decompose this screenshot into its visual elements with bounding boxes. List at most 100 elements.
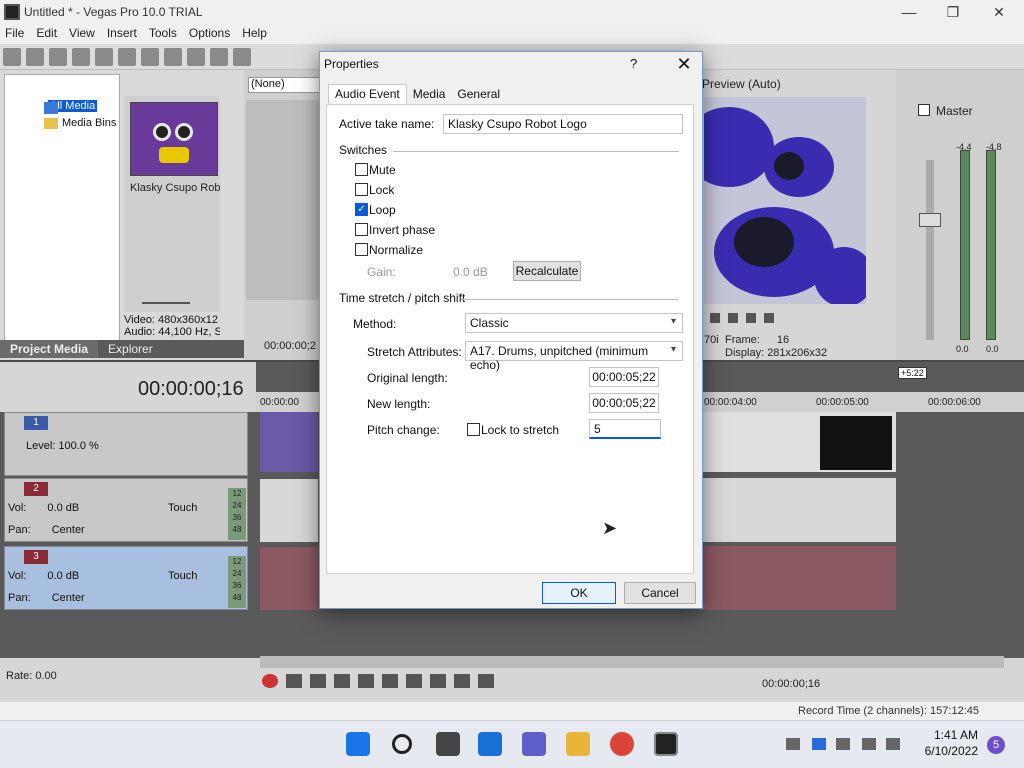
media-thumbnail[interactable] [130, 102, 218, 176]
chrome-icon[interactable] [610, 732, 634, 756]
menu-tools[interactable]: Tools [144, 24, 182, 42]
network-icon[interactable] [862, 738, 876, 750]
thumbnail-scrollbar[interactable] [142, 302, 190, 304]
play-from-start-icon[interactable] [310, 674, 326, 688]
audio-event-3[interactable] [702, 546, 896, 610]
tab-project-media[interactable]: Project Media [0, 340, 99, 358]
maximize-button[interactable]: ❐ [930, 0, 976, 24]
pause-icon[interactable] [358, 674, 374, 688]
file-explorer-icon[interactable] [566, 732, 590, 756]
preview-frame-info: Frame: 16 Display: 281x206x32 [725, 334, 828, 359]
cancel-button[interactable]: Cancel [624, 582, 696, 604]
invert-phase-checkbox[interactable] [355, 223, 368, 236]
prev-frame-icon[interactable] [746, 313, 756, 323]
volume-icon[interactable] [886, 738, 900, 750]
normalize-checkbox[interactable] [355, 243, 368, 256]
new-icon[interactable] [3, 48, 21, 66]
ok-button[interactable]: OK [542, 582, 616, 604]
new-length-field[interactable]: 00:00:05;22 [589, 393, 659, 413]
track-2-automation-mode[interactable]: Touch [168, 502, 197, 514]
open-icon[interactable] [26, 48, 44, 66]
save-as-icon[interactable] [72, 48, 90, 66]
menu-view[interactable]: View [64, 24, 100, 42]
tray-chevron-icon[interactable] [786, 738, 800, 750]
audio-event-2[interactable] [702, 478, 896, 542]
tab-audio-event[interactable]: Audio Event [328, 84, 407, 104]
method-select[interactable]: Classic ▾ [465, 313, 683, 333]
go-to-end-icon[interactable] [430, 674, 446, 688]
mute-checkbox[interactable] [355, 163, 368, 176]
stop-icon[interactable] [382, 674, 398, 688]
audio-event-3-left[interactable] [260, 546, 318, 610]
paste-icon[interactable] [187, 48, 205, 66]
dialog-help-button[interactable]: ? [630, 56, 637, 71]
next-frame-icon[interactable] [478, 674, 494, 688]
start-icon[interactable] [346, 732, 370, 756]
video-clip-thumbnail[interactable] [260, 412, 318, 472]
master-fader-handle[interactable] [919, 213, 941, 227]
copy-icon[interactable] [164, 48, 182, 66]
master-fader-track[interactable] [926, 160, 934, 340]
tree-item-media-bins[interactable]: Media Bins [62, 117, 116, 129]
notification-badge[interactable]: 5 [987, 736, 1005, 754]
tab-media[interactable]: Media [407, 85, 452, 105]
master-checkbox[interactable] [918, 104, 930, 116]
loop-icon[interactable] [286, 674, 302, 688]
track-3-automation-mode[interactable]: Touch [168, 570, 197, 582]
stop-icon[interactable] [728, 313, 738, 323]
taskbar-clock[interactable]: 1:41 AM 6/10/2022 [918, 727, 978, 759]
menu-edit[interactable]: Edit [31, 24, 62, 42]
cut-icon[interactable] [141, 48, 159, 66]
dialog-close-button[interactable]: ✕ [666, 52, 702, 76]
record-icon[interactable] [262, 674, 278, 688]
active-take-input[interactable]: Klasky Csupo Robot Logo [443, 114, 683, 134]
lock-checkbox[interactable] [355, 183, 368, 196]
minimize-button[interactable]: — [886, 0, 932, 24]
vegas-app-icon [4, 4, 20, 20]
undo-icon[interactable] [210, 48, 228, 66]
keyboard-icon[interactable] [836, 738, 850, 750]
security-icon[interactable] [812, 738, 826, 750]
lock-to-stretch-checkbox[interactable] [467, 423, 480, 436]
dialog-tabs: Audio Event Media General [328, 84, 698, 104]
ruler-label: 00:00:00 [260, 397, 299, 408]
next-frame-icon[interactable] [764, 313, 774, 323]
audio-event-2-left[interactable] [260, 478, 318, 542]
widgets-icon[interactable] [478, 732, 502, 756]
properties-icon[interactable] [118, 48, 136, 66]
preview-res-prefix: 70i [704, 334, 719, 346]
recalculate-button[interactable]: Recalculate [513, 261, 581, 281]
save-icon[interactable] [49, 48, 67, 66]
redo-icon[interactable] [233, 48, 251, 66]
tab-explorer[interactable]: Explorer [98, 340, 163, 358]
master-bottom-left: 0.0 [956, 344, 969, 354]
tab-general[interactable]: General [451, 85, 506, 105]
timeline-scrollbar[interactable] [260, 656, 1004, 668]
render-icon[interactable] [95, 48, 113, 66]
preview-quality-label[interactable]: Preview (Auto) [702, 77, 781, 91]
prev-frame-icon[interactable] [454, 674, 470, 688]
pause-icon[interactable] [710, 313, 720, 323]
menu-help[interactable]: Help [237, 24, 272, 42]
mouse-cursor-icon: ➤ [602, 518, 618, 538]
task-view-icon[interactable] [436, 732, 460, 756]
search-icon[interactable] [392, 734, 412, 754]
clock-date: 6/10/2022 [924, 744, 978, 758]
chat-icon[interactable] [522, 732, 546, 756]
stretch-attributes-select[interactable]: A17. Drums, unpitched (minimum echo) ▾ [465, 341, 683, 372]
menu-insert[interactable]: Insert [102, 24, 142, 42]
media-tree [4, 74, 120, 350]
original-length-field[interactable]: 00:00:05;22 [589, 367, 659, 387]
trimmer-selector[interactable]: (None) [248, 77, 320, 93]
go-to-start-icon[interactable] [406, 674, 422, 688]
menu-file[interactable]: File [0, 24, 29, 42]
loop-checkbox[interactable]: ✓ [355, 203, 368, 216]
clock-time: 1:41 AM [933, 728, 978, 742]
pitch-change-input[interactable]: 5 [589, 419, 661, 439]
vegas-taskbar-icon[interactable] [654, 732, 678, 756]
window-title: Untitled * - Vegas Pro 10.0 TRIAL [24, 5, 203, 19]
close-window-button[interactable]: ✕ [976, 0, 1022, 24]
play-icon[interactable] [334, 674, 350, 688]
menu-options[interactable]: Options [184, 24, 235, 42]
media-info: Video: 480x360x12 Audio: 44,100 Hz, S [124, 314, 220, 338]
